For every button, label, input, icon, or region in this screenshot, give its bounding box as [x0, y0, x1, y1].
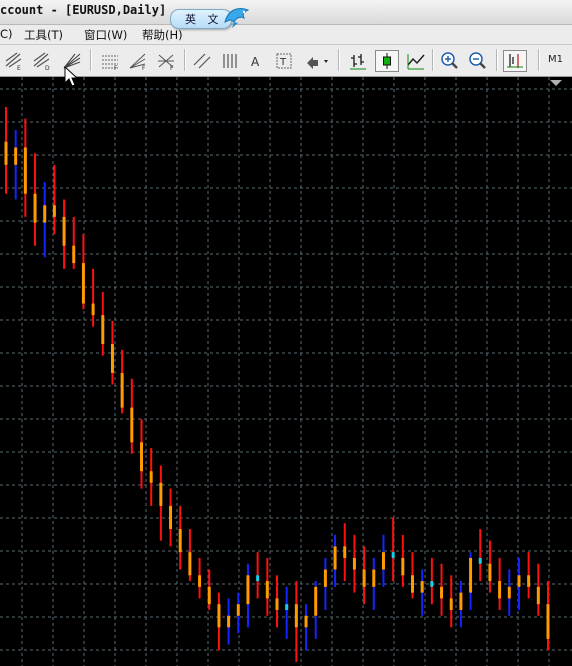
fibo-arcs-icon[interactable]: F — [154, 50, 178, 72]
candle-body — [352, 557, 356, 570]
chart-grid — [0, 77, 572, 666]
candle-body — [227, 615, 231, 628]
candle-body — [343, 546, 347, 558]
candle-body — [440, 586, 444, 599]
candle-body — [149, 471, 153, 483]
fibo-retracement-icon[interactable]: F — [98, 50, 122, 72]
candle-body — [449, 598, 453, 610]
candle-body — [120, 372, 124, 408]
candle-body — [488, 563, 492, 582]
candle-body — [62, 216, 66, 246]
ime-status-bar[interactable]: 英 文 — [170, 4, 252, 30]
window-title: ccount - [EURUSD,Daily] — [0, 3, 167, 17]
candle-body — [110, 344, 114, 373]
bar-chart-icon[interactable] — [346, 50, 370, 72]
candle-body — [159, 482, 163, 506]
candle-body — [314, 586, 318, 616]
candle-body — [372, 569, 376, 587]
candle-body — [401, 557, 405, 576]
candle-body — [285, 604, 289, 610]
menu-item-window[interactable]: 窗口(W) — [84, 27, 127, 43]
ime-mode-label: 英 文 — [185, 13, 223, 26]
candle-body — [130, 407, 134, 443]
candle-body — [217, 604, 221, 628]
candle-body — [169, 505, 173, 530]
svg-text:T: T — [279, 57, 287, 68]
svg-text:E: E — [17, 65, 21, 71]
candlestick-chart-icon[interactable] — [375, 50, 399, 72]
candle-body — [469, 557, 473, 593]
candle-body — [294, 604, 298, 628]
candle-body — [91, 303, 95, 316]
text-a-icon[interactable]: A — [244, 50, 268, 72]
candle-body — [23, 147, 27, 194]
candle-body — [81, 263, 85, 304]
candle-body — [140, 442, 143, 472]
arrow-shapes-dropdown-icon[interactable] — [302, 50, 332, 72]
candle-body — [333, 546, 337, 570]
svg-text:F: F — [170, 65, 174, 71]
price-chart[interactable] — [0, 77, 572, 666]
candle-body — [391, 552, 395, 558]
candle-body — [265, 581, 269, 599]
candle-body — [198, 575, 202, 587]
candle-body — [536, 586, 540, 605]
candle-body — [72, 245, 76, 264]
candle-body — [33, 193, 37, 223]
candle-body — [507, 586, 511, 599]
candle-body — [304, 615, 308, 628]
dolphin-icon — [224, 8, 250, 28]
candle-body — [517, 575, 521, 587]
candle-body — [478, 557, 482, 564]
menu-bar: C) 工具(T) 窗口(W) 帮助(H) — [0, 25, 572, 45]
candle-body — [411, 575, 414, 593]
period-e-icon[interactable]: E — [2, 50, 26, 72]
candle-body — [52, 205, 56, 217]
parallel-channel-icon[interactable] — [190, 50, 214, 72]
candle-body — [381, 552, 385, 570]
candle-body — [188, 552, 192, 576]
zoom-out-icon[interactable] — [466, 50, 490, 72]
svg-text:A: A — [251, 55, 260, 69]
candle-body — [43, 205, 47, 223]
candle-body — [14, 147, 18, 165]
candle-body — [498, 581, 502, 599]
svg-text:F: F — [142, 65, 146, 71]
candle-body — [546, 604, 550, 639]
candle-body — [420, 581, 424, 593]
candle-body — [430, 581, 434, 587]
menu-item-c[interactable]: C) — [0, 27, 13, 41]
mouse-cursor-icon — [64, 66, 78, 87]
zoom-in-icon[interactable] — [438, 50, 462, 72]
text-label-icon[interactable]: T — [272, 50, 296, 72]
candle-body — [459, 592, 463, 610]
candle-body — [275, 598, 279, 610]
candle-body — [362, 569, 366, 587]
candlestick-series — [4, 107, 550, 662]
candle-body — [4, 141, 8, 165]
line-chart-icon[interactable] — [404, 50, 428, 72]
candle-body — [101, 315, 105, 345]
candle-body — [256, 575, 260, 582]
drawing-toolbar: E D F F F A T M1 — [0, 45, 572, 77]
candle-body — [207, 586, 211, 605]
period-d-icon[interactable]: D — [30, 50, 54, 72]
period-m1-button[interactable]: M1 — [548, 54, 563, 65]
candle-body — [178, 529, 182, 553]
candle-body — [527, 575, 531, 587]
menu-item-tools[interactable]: 工具(T) — [24, 27, 63, 43]
title-bar: ccount - [EURUSD,Daily] — [0, 0, 572, 25]
candle-body — [323, 569, 327, 587]
fibo-fan-icon[interactable]: F — [126, 50, 150, 72]
vertical-lines-icon[interactable] — [218, 50, 242, 72]
svg-text:F: F — [114, 65, 118, 71]
chart-shift-icon[interactable] — [503, 50, 527, 72]
candle-body — [246, 575, 250, 605]
candle-body — [236, 604, 240, 616]
chart-shift-marker-icon — [550, 80, 562, 86]
svg-text:D: D — [45, 65, 50, 71]
